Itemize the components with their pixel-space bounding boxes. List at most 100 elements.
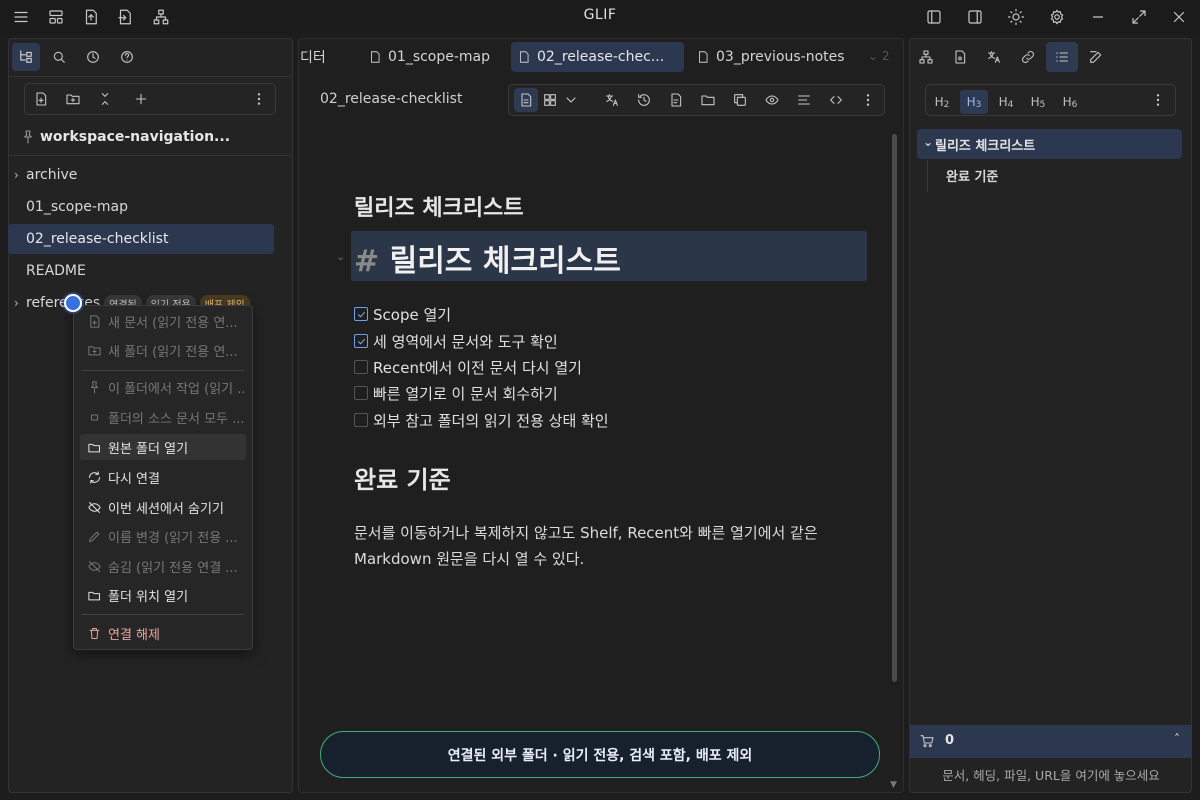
context-menu: 새 문서 (읽기 전용 연... 새 폴더 (읽기 전용 연... 이 폴더에서… (73, 305, 253, 650)
menu-icon[interactable] (10, 6, 32, 28)
more-vertical-icon[interactable] (857, 89, 879, 111)
link-icon[interactable] (1017, 46, 1039, 68)
checklist-item[interactable]: 외부 참고 폴더의 읽기 전용 상태 확인 (354, 408, 609, 432)
menu-item-label: 숨김 (읽기 전용 연결 ... (108, 560, 238, 576)
theme-sun-icon[interactable] (1005, 6, 1027, 28)
tree-file-readme[interactable]: README (8, 256, 274, 286)
recent-clock-icon[interactable] (82, 46, 104, 68)
settings-gear-icon[interactable] (1046, 6, 1068, 28)
tree-file-release-checklist[interactable]: 02_release-checklist (8, 224, 274, 254)
scroll-down-icon[interactable]: ▼ (890, 780, 897, 790)
checkbox-empty-icon[interactable] (354, 386, 368, 400)
fold-chevron-icon[interactable]: ⌄ (336, 250, 345, 263)
outline-item[interactable]: 완료 기준 (946, 166, 998, 185)
menu-item-new-file[interactable]: 새 문서 (읽기 전용 연... (80, 308, 246, 334)
search-icon[interactable] (48, 46, 70, 68)
checklist-item[interactable]: 세 영역에서 문서와 도구 확인 (354, 329, 558, 353)
checklist-text: Scope 열기 (373, 305, 452, 324)
align-icon[interactable] (793, 89, 815, 111)
outline-item-active[interactable]: ⌄ 릴리즈 체크리스트 (917, 129, 1182, 159)
minimize-icon[interactable] (1087, 6, 1109, 28)
rendered-heading: 릴리즈 체크리스트 (354, 196, 524, 221)
graph-icon[interactable] (915, 46, 937, 68)
checkbox-empty-icon[interactable] (354, 413, 368, 427)
add-icon[interactable] (131, 89, 151, 109)
cart-bar[interactable]: 0 ˄ (910, 725, 1192, 758)
outline-item-label: 릴리즈 체크리스트 (935, 138, 1036, 154)
breadcrumb[interactable]: 02_release-checklist (320, 91, 462, 107)
more-vertical-icon[interactable] (1148, 90, 1168, 110)
menu-item-hide-session[interactable]: 이번 세션에서 숨기기 (80, 494, 246, 520)
menu-item-hide[interactable]: 숨김 (읽기 전용 연결 ... (80, 553, 246, 579)
translate-icon[interactable] (601, 89, 623, 111)
export-icon[interactable] (114, 6, 136, 28)
tree-file-scope-map[interactable]: 01_scope-map (8, 192, 274, 222)
chevron-down-icon: ⌄ (923, 135, 934, 149)
outline-list-icon[interactable] (1051, 46, 1073, 68)
pencil-icon (86, 528, 102, 544)
editor-scrollbar[interactable] (892, 134, 897, 682)
collapse-all-icon[interactable] (95, 89, 115, 109)
menu-item-rename[interactable]: 이름 변경 (읽기 전용 ... (80, 523, 246, 549)
history-icon[interactable] (633, 89, 655, 111)
menu-item-label: 새 폴더 (읽기 전용 연... (108, 344, 238, 360)
import-file-icon[interactable] (80, 6, 102, 28)
chevron-up-icon[interactable]: ˄ (1174, 732, 1180, 746)
close-icon[interactable] (1168, 6, 1190, 28)
source-heading-line[interactable]: # 릴리즈 체크리스트 (354, 236, 621, 280)
h-level: 6 (1071, 100, 1078, 110)
tab-scope-map[interactable]: 01_scope-map (362, 42, 507, 72)
tree-folder-archive[interactable]: › archive (8, 160, 274, 190)
maximize-icon[interactable] (1128, 6, 1150, 28)
tab-release-checklist[interactable]: 02_release-chec... (511, 42, 684, 72)
heading-level-h5[interactable]: H5 (1024, 90, 1052, 114)
layout-icon[interactable] (45, 6, 67, 28)
graph-icon[interactable] (150, 6, 172, 28)
menu-item-source-docs[interactable]: 폴더의 소스 문서 모두 ... (80, 404, 246, 430)
menu-item-work-here[interactable]: 이 폴더에서 작업 (읽기 ... (80, 374, 246, 400)
chevron-down-icon[interactable] (561, 89, 581, 111)
new-file-icon[interactable] (31, 89, 51, 109)
checklist-item[interactable]: Scope 열기 (354, 302, 451, 326)
tab-previous-notes[interactable]: 03_previous-notes (690, 42, 860, 72)
more-vertical-icon[interactable] (249, 89, 269, 109)
grid-view-icon[interactable] (539, 89, 561, 111)
code-icon[interactable] (825, 89, 847, 111)
tab-editor[interactable]: 디터 (298, 42, 358, 72)
copy-icon[interactable] (729, 89, 751, 111)
workspace-name[interactable]: workspace-navigation... (40, 129, 230, 145)
checkbox-checked-icon[interactable] (354, 307, 368, 321)
pin-icon (20, 129, 36, 145)
checkbox-empty-icon[interactable] (354, 360, 368, 374)
heading-level-h6[interactable]: H6 (1056, 90, 1084, 114)
translate-icon[interactable] (983, 46, 1005, 68)
edit-note-icon[interactable] (1085, 46, 1107, 68)
help-icon[interactable] (116, 46, 138, 68)
chevron-right-icon: › (14, 296, 19, 310)
document-view-icon[interactable] (515, 89, 537, 111)
menu-item-open-folder-location[interactable]: 폴더 위치 열기 (80, 582, 246, 608)
new-folder-icon[interactable] (63, 89, 83, 109)
menu-item-new-folder[interactable]: 새 폴더 (읽기 전용 연... (80, 337, 246, 363)
h-level: 4 (1007, 100, 1014, 110)
file-link-icon[interactable] (949, 46, 971, 68)
folder-icon[interactable] (697, 89, 719, 111)
checklist-item[interactable]: Recent에서 이전 문서 다시 열기 (354, 355, 582, 379)
heading-level-h4[interactable]: H4 (992, 90, 1020, 114)
tabs-overflow-indicator[interactable]: ⌄ 2 (868, 49, 890, 63)
heading-level-h2[interactable]: H2 (928, 90, 956, 114)
file-tree-icon[interactable] (14, 46, 38, 68)
heading-level-h3[interactable]: H3 (960, 90, 988, 114)
checkbox-checked-icon[interactable] (354, 334, 368, 348)
preview-eye-icon[interactable] (761, 89, 783, 111)
tab-label: 02_release-chec... (537, 49, 665, 65)
file-info-icon[interactable] (665, 89, 687, 111)
menu-item-disconnect[interactable]: 연결 해제 (80, 620, 246, 646)
toggle-left-panel-icon[interactable] (923, 6, 945, 28)
menu-item-label: 이 폴더에서 작업 (읽기 ... (108, 381, 246, 397)
drop-zone[interactable]: 문서, 헤딩, 파일, URL을 여기에 놓으세요 (910, 758, 1192, 791)
menu-item-reconnect[interactable]: 다시 연결 (80, 464, 246, 490)
checklist-item[interactable]: 빠른 열기로 이 문서 회수하기 (354, 381, 558, 405)
menu-item-open-source-folder[interactable]: 원본 폴더 열기 (80, 434, 246, 460)
toggle-right-panel-icon[interactable] (964, 6, 986, 28)
